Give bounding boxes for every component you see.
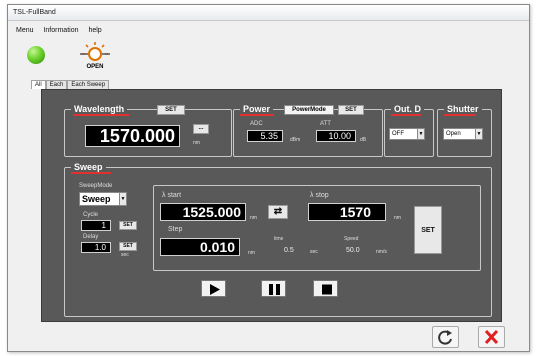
sweep-params-box: λ start 1525.000 nm ⇄ λ stop 1570 nm SET… — [153, 185, 481, 271]
delay-label: Delay — [83, 234, 99, 240]
menu-item-menu[interactable]: Menu — [16, 25, 34, 37]
power-set-button[interactable]: SET — [338, 105, 364, 115]
step-display[interactable]: 0.010 — [160, 238, 240, 256]
sweep-mode-select[interactable]: Sweep ▼ — [79, 192, 127, 206]
cycle-set-button[interactable]: SET — [119, 221, 137, 230]
adc-display: 5.35 — [247, 130, 283, 142]
shutter-title: Shutter — [444, 104, 482, 114]
stop-icon — [322, 284, 332, 295]
step-unit: nm — [248, 250, 255, 256]
stop-button[interactable] — [313, 280, 338, 297]
shutter-title-underline — [444, 114, 476, 116]
chevron-down-icon: ▼ — [475, 129, 482, 139]
menu-item-information[interactable]: Information — [43, 25, 78, 37]
sweep-mode-value: Sweep — [82, 194, 111, 204]
wavelength-group: Wavelength SET 1570.000 nm ... — [64, 104, 232, 157]
play-icon — [210, 284, 220, 295]
att-display[interactable]: 10.00 — [316, 130, 356, 142]
output-title: Out. D — [391, 104, 424, 114]
shutter-select[interactable]: Open ▼ — [443, 128, 483, 140]
speed-value: 50.0 — [346, 247, 360, 254]
pause-icon — [269, 284, 280, 295]
output-select-value: OFF — [392, 131, 404, 137]
output-title-underline — [391, 114, 421, 116]
stop-label: λ stop — [310, 192, 329, 199]
wavelength-title-underline — [73, 114, 129, 116]
start-label: λ start — [162, 192, 182, 199]
power-title-underline — [240, 114, 274, 116]
stop-display[interactable]: 1570 — [308, 203, 386, 221]
light-status-label: OPEN — [86, 64, 104, 70]
output-group: Out. D OFF ▼ — [384, 104, 434, 157]
delay-set-button[interactable]: SET — [119, 242, 137, 251]
chevron-down-icon: ▼ — [417, 129, 424, 139]
power-mode-button[interactable]: PowerMode — [284, 105, 334, 115]
tab-all[interactable]: All — [31, 80, 46, 89]
sweep-mode-label: SweepMode — [79, 183, 113, 189]
tab-each-sweep[interactable]: Each Sweep — [67, 80, 110, 89]
att-label: ATT — [320, 121, 331, 127]
att-unit: dB — [360, 137, 367, 143]
chevron-down-icon: ▼ — [119, 193, 126, 205]
sweep-group: Sweep SweepMode Sweep ▼ Cycle 1 SET Dela… — [64, 162, 492, 317]
cycle-display[interactable]: 1 — [81, 220, 111, 231]
power-group: Power PowerMode SET ADC 5.35 dBm ATT 10.… — [233, 104, 383, 157]
sweep-set-button[interactable]: SET — [414, 206, 442, 254]
menu-item-help[interactable]: help — [88, 25, 101, 37]
menu-bar: Menu Information help — [8, 25, 529, 37]
power-title: Power — [240, 104, 274, 114]
cycle-label: Cycle — [83, 212, 99, 218]
adc-unit: dBm — [290, 137, 301, 143]
start-display[interactable]: 1525.000 — [160, 203, 246, 221]
delay-display[interactable]: 1.0 — [81, 242, 111, 253]
window-title: TSL-FullBand — [8, 5, 529, 21]
refresh-button[interactable] — [432, 326, 459, 348]
speed-label: Speed — [344, 236, 359, 242]
delay-unit: sec — [121, 252, 129, 258]
stop-unit: nm — [394, 215, 401, 221]
pause-button[interactable] — [261, 280, 286, 297]
swap-icon[interactable]: ⇄ — [268, 205, 288, 219]
status-led-icon — [27, 46, 45, 64]
wavelength-unit: nm — [193, 140, 200, 146]
adc-label: ADC — [250, 121, 263, 127]
wavelength-set-button[interactable]: SET — [157, 105, 185, 115]
shutter-select-value: Open — [446, 131, 461, 137]
shutter-group: Shutter Open ▼ — [437, 104, 492, 157]
sweep-title-underline — [71, 172, 111, 174]
output-select[interactable]: OFF ▼ — [389, 128, 425, 140]
refresh-icon — [438, 330, 452, 345]
control-panel: Wavelength SET 1570.000 nm ... Power Pow… — [41, 89, 502, 322]
close-button[interactable] — [478, 326, 505, 348]
time-unit: sec — [310, 249, 318, 255]
tab-each[interactable]: Each — [45, 80, 68, 89]
wavelength-title: Wavelength — [71, 104, 128, 114]
time-label: time — [274, 236, 284, 242]
time-value: 0.5 — [284, 247, 294, 254]
speed-unit: nm/s — [376, 249, 387, 255]
close-icon — [484, 329, 499, 345]
start-unit: nm — [250, 215, 257, 221]
wavelength-display[interactable]: 1570.000 — [85, 125, 180, 147]
step-label: Step — [168, 226, 183, 233]
play-button[interactable] — [201, 280, 226, 297]
sweep-title: Sweep — [71, 162, 106, 172]
wavelength-more-button[interactable]: ... — [193, 124, 209, 134]
